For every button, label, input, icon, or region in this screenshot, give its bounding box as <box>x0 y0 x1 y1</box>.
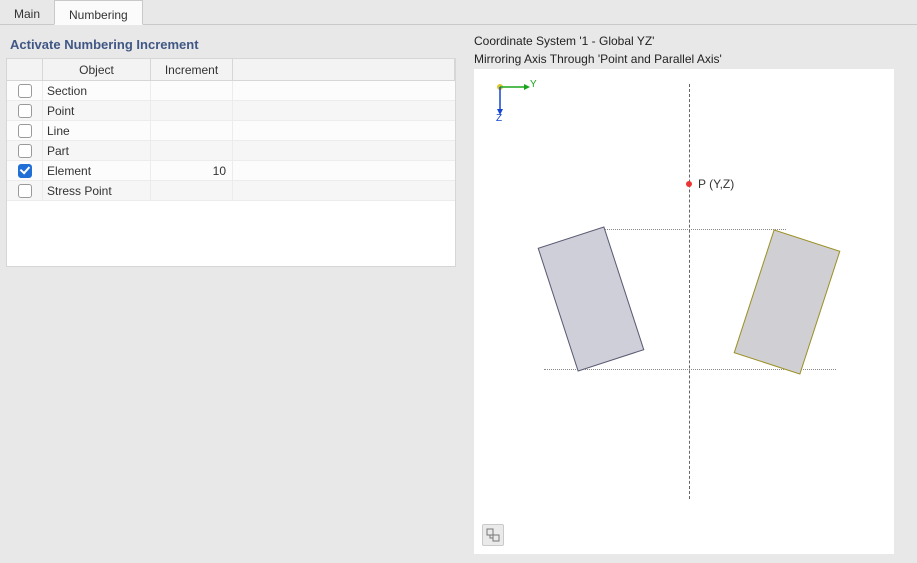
axis-y-label: Y <box>530 79 537 90</box>
numbering-table: Object Increment SectionPointLinePartEle… <box>6 58 456 267</box>
table-row: Stress Point <box>7 181 455 201</box>
axis-z-label: Z <box>496 113 502 124</box>
header-object: Object <box>43 59 151 80</box>
row-increment-value[interactable] <box>151 181 233 200</box>
numbering-panel: Activate Numbering Increment Object Incr… <box>0 25 464 563</box>
table-row: Section <box>7 81 455 101</box>
diagram-canvas: Y Z P (Y,Z) <box>474 69 894 554</box>
header-increment: Increment <box>151 59 233 80</box>
point-label: P (Y,Z) <box>698 177 734 191</box>
origin-axes-icon: Y Z <box>494 79 534 119</box>
row-checkbox[interactable] <box>18 184 32 198</box>
row-object-label: Element <box>43 161 151 180</box>
point-marker-icon <box>686 181 692 187</box>
view-settings-icon[interactable] <box>482 524 504 546</box>
mirror-axis-line <box>689 84 690 499</box>
mirror-point: P (Y,Z) <box>686 177 734 191</box>
row-checkbox[interactable] <box>18 104 32 118</box>
table-header: Object Increment <box>7 59 455 81</box>
row-object-label: Stress Point <box>43 181 151 200</box>
row-object-label: Line <box>43 121 151 140</box>
table-row: Line <box>7 121 455 141</box>
row-object-label: Point <box>43 101 151 120</box>
original-shape <box>538 227 645 372</box>
table-row: Element10 <box>7 161 455 181</box>
row-spacer <box>233 121 455 140</box>
coord-system-label: Coordinate System '1 - Global YZ' <box>474 33 907 49</box>
mirror-axis-label: Mirroring Axis Through 'Point and Parall… <box>474 51 907 67</box>
preview-panel: Coordinate System '1 - Global YZ' Mirror… <box>464 25 917 563</box>
row-increment-value[interactable] <box>151 141 233 160</box>
row-checkbox[interactable] <box>18 144 32 158</box>
tab-bar: Main Numbering <box>0 0 917 25</box>
row-checkbox[interactable] <box>18 124 32 138</box>
row-spacer <box>233 141 455 160</box>
header-spacer <box>233 59 455 80</box>
row-increment-value[interactable]: 10 <box>151 161 233 180</box>
row-checkbox[interactable] <box>18 164 32 178</box>
row-spacer <box>233 161 455 180</box>
row-spacer <box>233 81 455 100</box>
guide-top <box>598 229 786 230</box>
row-object-label: Section <box>43 81 151 100</box>
row-spacer <box>233 181 455 200</box>
header-checkbox-col <box>7 59 43 80</box>
tab-main[interactable]: Main <box>0 0 55 24</box>
row-checkbox[interactable] <box>18 84 32 98</box>
panel-title: Activate Numbering Increment <box>6 29 458 58</box>
mirrored-shape <box>734 230 841 375</box>
row-increment-value[interactable] <box>151 101 233 120</box>
row-spacer <box>233 101 455 120</box>
row-increment-value[interactable] <box>151 121 233 140</box>
table-row: Part <box>7 141 455 161</box>
tab-numbering[interactable]: Numbering <box>54 0 143 25</box>
row-increment-value[interactable] <box>151 81 233 100</box>
table-row: Point <box>7 101 455 121</box>
row-object-label: Part <box>43 141 151 160</box>
